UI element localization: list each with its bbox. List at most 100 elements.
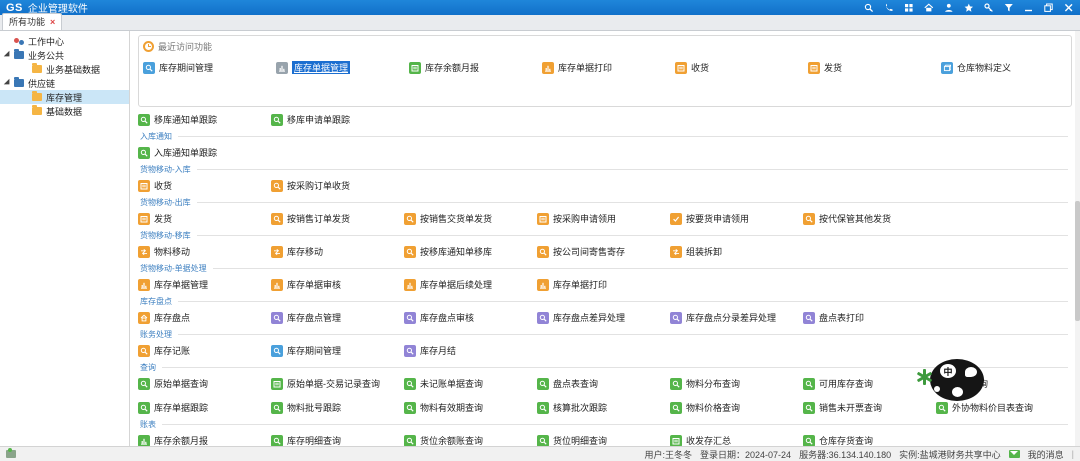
folder-icon [14,79,24,87]
clock-icon [143,41,154,52]
cube-icon [941,62,953,74]
function-item[interactable]: 库存单据打印 [537,278,670,291]
grid-icon[interactable] [903,2,914,13]
doc-icon [670,435,682,447]
function-item[interactable]: 物料分布查询 [670,377,803,390]
close-icon[interactable] [1063,2,1074,13]
search-icon [271,114,283,126]
doc-icon [138,213,150,225]
search-icon [803,378,815,390]
function-item[interactable]: 库存记账 [138,344,271,357]
function-item[interactable]: 按公司间寄售寄存 [537,245,670,258]
section-divider [178,334,1068,335]
sidebar-item-基础数据[interactable]: 基础数据 [0,104,129,118]
user-icon[interactable] [943,2,954,13]
function-item[interactable]: 库存明细查询 [271,434,404,446]
function-item[interactable]: 移库通知单跟踪 [138,113,271,126]
scrollbar-thumb[interactable] [1075,201,1080,321]
minimize-icon[interactable] [1023,2,1034,13]
sidebar-item-工作中心[interactable]: 工作中心 [0,34,129,48]
vertical-scrollbar[interactable] [1075,31,1080,446]
function-item[interactable]: 库存盘点差异处理 [537,311,670,324]
section-header: 货物移动-出库 [138,194,1072,210]
function-item[interactable]: 按要货申请领用 [670,212,803,225]
function-item[interactable]: 外协物料价目表查询 [936,401,1069,414]
function-item[interactable]: 物料批号跟踪 [271,401,404,414]
search-icon[interactable] [863,2,874,13]
function-item[interactable]: 仓库存货查询 [803,434,936,446]
function-item[interactable]: 按销售订单发货 [271,212,404,225]
function-item[interactable]: 按采购订单收货 [271,179,404,192]
function-item[interactable]: 原始单据查询 [138,377,271,390]
function-item[interactable]: 盘点表打印 [803,311,936,324]
function-item[interactable]: 库存盘点审核 [404,311,537,324]
function-item[interactable]: 物料移动 [138,245,271,258]
function-item[interactable]: 仓库物料定义 [941,61,1074,74]
function-item-label: 按代保管其他发货 [819,212,891,225]
function-item[interactable]: 销售未开票查询 [803,401,936,414]
search-icon [537,402,549,414]
filter-icon[interactable] [1003,2,1014,13]
function-item[interactable]: 库存单据后续处理 [404,278,537,291]
function-item[interactable]: 物料价格查询 [670,401,803,414]
function-item[interactable]: 库存期间管理 [143,61,276,74]
function-item[interactable]: 按销售交货单发货 [404,212,537,225]
function-item[interactable]: 库存单据管理 [138,278,271,291]
function-item[interactable]: 组装拆卸 [670,245,803,258]
function-item[interactable]: 货位余额账查询 [404,434,537,446]
sidebar-item-label: 供应链 [28,77,55,90]
function-item[interactable]: 库存单据管理 [276,61,409,74]
function-row: 发货按销售订单发货按销售交货单发货按采购申请领用按要货申请领用 按代保管其他发货 [138,210,1072,227]
function-item[interactable]: 收发存汇总 [670,434,803,446]
status-messages-link[interactable]: 我的消息 [1028,448,1064,461]
function-item[interactable]: 按采购申请领用 [537,212,670,225]
expand-arrow-icon[interactable] [4,51,12,59]
function-item[interactable]: 按代保管其他发货 [803,212,936,225]
sidebar-item-供应链[interactable]: 供应链 [0,76,129,90]
function-item[interactable]: 发货 [138,212,271,225]
function-item[interactable]: 收货 [675,61,808,74]
tab-all-functions[interactable]: 所有功能 × [2,13,62,30]
function-item[interactable]: 库存单据打印 [542,61,675,74]
function-item[interactable]: 原始单据-交易记录查询 [271,377,404,390]
function-item[interactable]: 入库通知单跟踪 [138,146,271,159]
emblem-crescent [965,367,977,377]
function-item[interactable]: 未记账单据查询 [404,377,537,390]
search-icon [138,402,150,414]
function-item[interactable]: 库存月结 [404,344,537,357]
function-tree-sidebar: 工作中心业务公共业务基础数据供应链库存管理基础数据 [0,31,130,446]
search-icon [404,312,416,324]
function-item[interactable]: 库存期间管理 [271,344,404,357]
function-item[interactable]: 按移库通知单移库 [404,245,537,258]
function-item[interactable]: 库存盘点分录差异处理 [670,311,803,324]
function-item[interactable]: 库存余额月报 [138,434,271,446]
function-item[interactable]: 发货 [808,61,941,74]
function-item[interactable]: 盘点表查询 [537,377,670,390]
function-item[interactable]: 物料有效期查询 [404,401,537,414]
star-icon[interactable] [963,2,974,13]
sidebar-item-业务公共[interactable]: 业务公共 [0,48,129,62]
phone-icon[interactable] [883,2,894,13]
function-item[interactable]: 移库申请单跟踪 [271,113,404,126]
function-item-label: 货位余额账查询 [420,434,483,446]
key-icon[interactable] [983,2,994,13]
function-item[interactable]: 核算批次跟踪 [537,401,670,414]
doc-icon [675,62,687,74]
doc-icon [271,378,283,390]
home-icon[interactable] [923,2,934,13]
expand-arrow-icon[interactable] [4,79,12,87]
function-item[interactable]: 库存移动 [271,245,404,258]
sidebar-item-业务基础数据[interactable]: 业务基础数据 [0,62,129,76]
search-icon [537,312,549,324]
function-item-label: 物料移动 [154,245,190,258]
maximize-icon[interactable] [1043,2,1054,13]
function-item[interactable]: 库存单据跟踪 [138,401,271,414]
tab-close-icon[interactable]: × [50,17,55,27]
function-item[interactable]: 库存单据审核 [271,278,404,291]
function-item[interactable]: 库存余额月报 [409,61,542,74]
function-item[interactable]: 库存盘点 [138,311,271,324]
function-item[interactable]: 库存盘点管理 [271,311,404,324]
function-item[interactable]: 货位明细查询 [537,434,670,446]
sidebar-item-库存管理[interactable]: 库存管理 [0,90,129,104]
function-item[interactable]: 收货 [138,179,271,192]
